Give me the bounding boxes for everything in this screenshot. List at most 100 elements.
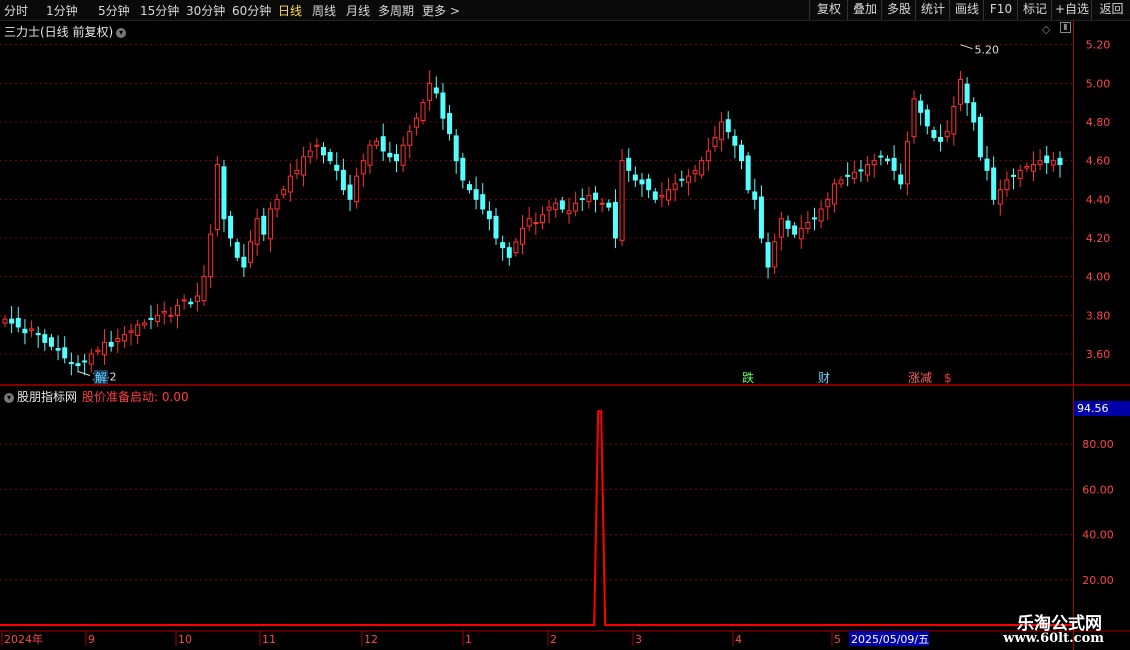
candle-body (407, 131, 413, 146)
candle-body (29, 328, 35, 331)
candle-body (938, 136, 944, 142)
candle-body (699, 160, 705, 176)
candle-body (221, 166, 227, 220)
candle-body (115, 338, 121, 343)
candle-body (281, 189, 287, 196)
candle-body (646, 178, 652, 191)
candle-body (1050, 160, 1056, 166)
candle-body (420, 102, 426, 121)
price-tick-label: 4.00 (1086, 271, 1111, 284)
candle-body (141, 322, 147, 326)
indicator-tick-label: 80.00 (1082, 438, 1114, 451)
candle-body (15, 317, 21, 328)
watermark-url: www.60lt.com (1003, 631, 1104, 646)
candle-body (228, 215, 234, 239)
price-tick-label: 4.80 (1086, 116, 1111, 129)
candle-body (148, 317, 154, 320)
price-tick-label: 4.40 (1086, 193, 1111, 206)
candle-body (334, 164, 340, 171)
low-marker-line (77, 370, 91, 376)
candle-body (367, 144, 373, 166)
candle-body (818, 208, 824, 222)
candlestick-chart[interactable]: 5.20 5.00 4.80 4.60 4.40 4.20 4.00 3.80 3.60 80.0… (0, 0, 1130, 650)
candle-body (261, 215, 267, 235)
price-tick-label: 3.60 (1086, 348, 1111, 361)
candle-body (62, 347, 68, 359)
candle-body (387, 152, 393, 158)
candle-body (274, 198, 280, 210)
indicator-tick-label: 40.00 (1082, 529, 1114, 542)
candle-body (1024, 165, 1030, 169)
candle-body (1017, 169, 1023, 179)
candle-body (440, 92, 446, 119)
candle-body (533, 222, 539, 225)
price-tick-label: 3.80 (1086, 309, 1111, 322)
candle-body (639, 179, 645, 185)
candle-body (155, 314, 161, 323)
event-marker: 解 (95, 371, 107, 385)
price-tick-label: 5.20 (1086, 39, 1111, 52)
candle-body (984, 158, 990, 171)
candle-body (739, 144, 745, 162)
indicator-name[interactable]: 股朋指标网 (17, 390, 77, 404)
candle-body (752, 191, 758, 200)
candle-body (918, 100, 924, 113)
candle-body (506, 247, 512, 258)
candle-body (924, 109, 930, 127)
candle-body (181, 299, 187, 302)
candle-body (75, 363, 81, 367)
candle-body (473, 189, 479, 200)
time-axis-label: 12 (364, 633, 378, 646)
candle-body (586, 194, 592, 203)
candle-body (632, 174, 638, 181)
candle-body (957, 78, 963, 105)
candle-body (413, 117, 419, 128)
candle-body (35, 333, 41, 336)
candle-body (161, 310, 167, 314)
time-axis-label: 5 (834, 633, 841, 646)
candle-body (745, 155, 751, 191)
candle-body (599, 202, 605, 205)
candle-body (991, 167, 997, 200)
candle-body (719, 121, 725, 141)
candle-body (42, 334, 48, 343)
candle-body (692, 169, 698, 175)
candle-body (314, 144, 320, 147)
event-marker: 财 (818, 371, 830, 385)
candle-body (971, 102, 977, 123)
candle-body (121, 334, 127, 342)
time-axis-label: 2 (550, 633, 557, 646)
candle-body (626, 157, 632, 171)
candle-body (964, 83, 970, 104)
candle-body (579, 198, 585, 201)
time-axis-label: 1 (465, 633, 472, 646)
candle-body (951, 106, 957, 135)
price-tick-label: 4.60 (1086, 155, 1111, 168)
candle-body (712, 136, 718, 147)
candle-body (891, 157, 897, 171)
candle-body (865, 164, 871, 176)
price-tick-label: 5.00 (1086, 77, 1111, 90)
candle-body (380, 136, 386, 152)
candle-body (327, 152, 333, 162)
candle-body (194, 295, 200, 302)
candle-body (911, 98, 917, 138)
high-price-label: 5.20 (974, 44, 999, 57)
candle-body (520, 227, 526, 245)
candle-body (659, 194, 665, 198)
time-axis-label: 4 (735, 633, 742, 646)
candle-body (825, 198, 831, 208)
event-marker: 跌 (742, 370, 754, 385)
candle-body (460, 157, 466, 181)
candle-body (772, 241, 778, 268)
candle-body (679, 178, 685, 181)
candle-body (347, 184, 353, 200)
candle-body (248, 241, 254, 263)
candle-body (878, 155, 884, 158)
candle-body (427, 82, 433, 101)
time-axis-label: 9 (88, 633, 95, 646)
candle-body (566, 210, 572, 215)
chevron-down-icon[interactable]: ▾ (4, 392, 14, 403)
candle-body (22, 328, 28, 334)
candle-body (831, 183, 837, 205)
